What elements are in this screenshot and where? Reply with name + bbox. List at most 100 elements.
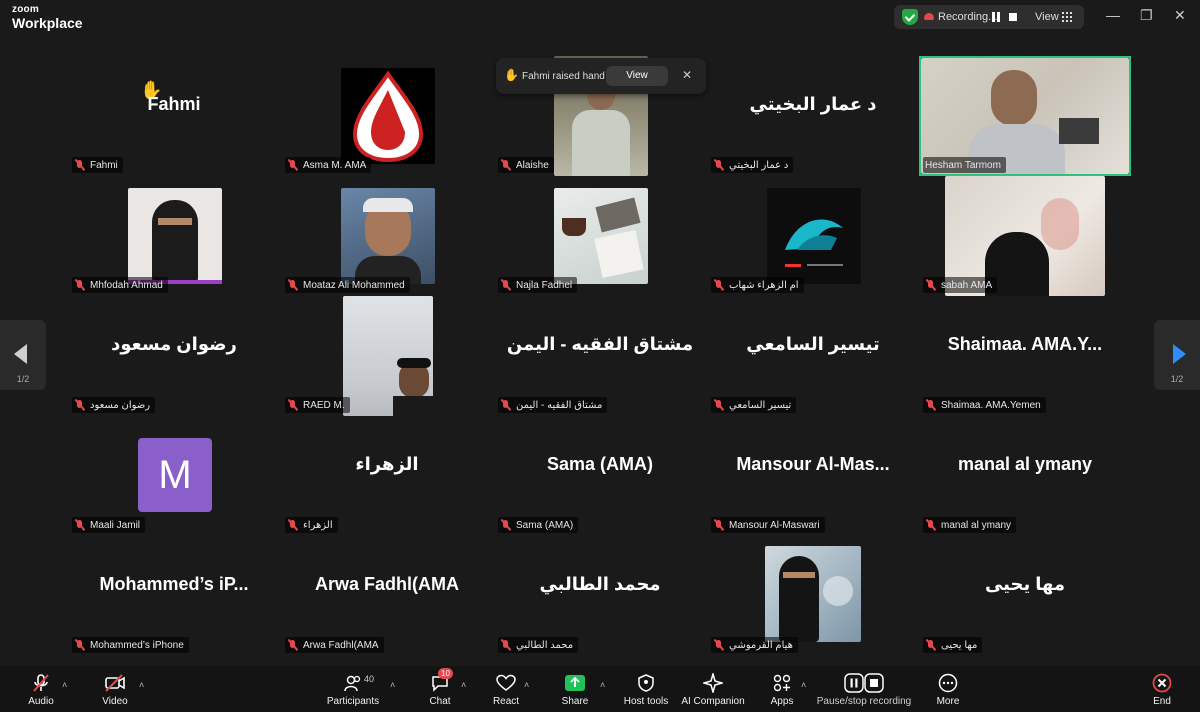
participant-label: Shaimaa. AMA.Yemen: [923, 397, 1046, 413]
mic-muted-icon: [500, 639, 512, 651]
view-menu-label[interactable]: View: [1035, 11, 1059, 23]
restore-icon[interactable]: ❐: [1140, 8, 1153, 22]
host-shield-icon: [620, 672, 672, 694]
end-meeting-button[interactable]: End: [1144, 672, 1180, 710]
participant-tile[interactable]: manal al ymany manal al ymany: [919, 416, 1131, 536]
mic-muted-icon: [74, 279, 86, 291]
participant-tile[interactable]: Moataz Ali Mohammed: [281, 176, 493, 296]
participant-tile[interactable]: RAED M.: [281, 296, 493, 416]
apps-button[interactable]: Apps: [764, 672, 800, 710]
chat-options-chevron-icon[interactable]: ˄: [461, 680, 466, 690]
close-icon[interactable]: ✕: [682, 68, 692, 82]
react-button[interactable]: React: [485, 672, 527, 710]
participant-label: Alaishe: [498, 157, 554, 173]
host-tools-button[interactable]: Host tools: [620, 672, 672, 710]
participant-tile[interactable]: Shaimaa. AMA.Y... Shaimaa. AMA.Yemen: [919, 296, 1131, 416]
participant-name-large: تيسير السامعي: [746, 334, 880, 354]
participant-tile[interactable]: Najla Fadhel: [494, 176, 706, 296]
chevron-right-icon: [1173, 344, 1186, 364]
chat-button[interactable]: 10 Chat: [420, 668, 460, 710]
participant-logo-image: [767, 188, 861, 284]
participant-tile[interactable]: الزهراء الزهراء: [281, 416, 493, 536]
gallery-grid-icon[interactable]: [1062, 12, 1072, 22]
participant-tile[interactable]: M Maali Jamil: [68, 416, 280, 536]
stop-recording-icon[interactable]: [1009, 13, 1017, 21]
meeting-toolbar: Audio ˄ Video ˄ 40 Participants ˄ 10 Cha…: [0, 666, 1200, 712]
ai-companion-button[interactable]: AI Companion: [680, 672, 746, 710]
participant-label: RAED M.: [285, 397, 350, 413]
participant-tile[interactable]: Mhfodah Ahmad: [68, 176, 280, 296]
close-window-icon[interactable]: ✕: [1174, 8, 1186, 22]
participant-tile[interactable]: رضوان مسعود رضوان مسعود: [68, 296, 280, 416]
participant-label: Asma M. AMA: [285, 157, 372, 173]
participant-photo: [765, 546, 861, 642]
participant-name-large: Mansour Al-Mas...: [736, 454, 890, 474]
ai-sparkle-icon: [680, 672, 746, 694]
participant-label: sabah AMA: [923, 277, 998, 293]
pause-stop-icon: [816, 672, 912, 694]
participant-label: Sama (AMA): [498, 517, 579, 533]
audio-options-chevron-icon[interactable]: ˄: [62, 680, 67, 690]
apps-options-chevron-icon[interactable]: ˄: [801, 680, 806, 690]
participant-tile[interactable]: Arwa Fadhl(AMA Arwa Fadhl(AMA: [281, 536, 493, 656]
share-options-chevron-icon[interactable]: ˄: [600, 680, 605, 690]
participant-name-large: manal al ymany: [957, 454, 1093, 474]
participants-icon: [322, 672, 384, 694]
participant-tile[interactable]: sabah AMA: [919, 176, 1131, 296]
next-page-button[interactable]: 1/2: [1154, 320, 1200, 390]
participant-name-large: د عمار البخيتي: [749, 94, 877, 114]
participants-button[interactable]: 40 Participants: [322, 672, 384, 710]
audio-button[interactable]: Audio: [14, 672, 68, 710]
participant-tile[interactable]: مها يحيى مها يحيى: [919, 536, 1131, 656]
participant-label: د عمار البخيتي: [711, 157, 794, 173]
participant-name-large: Mohammed’s iP...: [99, 574, 249, 594]
participant-label: رضوان مسعود: [72, 397, 156, 413]
mic-muted-icon: [287, 399, 299, 411]
mic-muted-icon: [500, 159, 512, 171]
participant-tile[interactable]: Sama (AMA) Sama (AMA): [494, 416, 706, 536]
chat-unread-badge: 10: [438, 668, 453, 679]
brand-top: zoom: [12, 4, 39, 15]
minimize-icon[interactable]: —: [1106, 8, 1120, 22]
participant-tile[interactable]: تيسير السامعي تيسير السامعي: [707, 296, 919, 416]
participant-tile[interactable]: محمد الطالبي محمد الطالبي: [494, 536, 706, 656]
previous-page-button[interactable]: 1/2: [0, 320, 46, 390]
react-options-chevron-icon[interactable]: ˄: [524, 680, 529, 690]
raised-hand-icon: ✋: [504, 68, 519, 82]
view-button[interactable]: View: [606, 66, 668, 86]
active-speaker-tile[interactable]: Hesham Tarmom: [919, 56, 1131, 176]
page-indicator-right: 1/2: [1170, 374, 1184, 384]
participant-tile[interactable]: Mohammed’s iP... Mohammed’s iPhone: [68, 536, 280, 656]
participant-tile[interactable]: ✋ Fahmi Fahmi: [68, 56, 280, 176]
participant-tile[interactable]: د عمار البخيتي د عمار البخيتي: [707, 56, 919, 176]
pause-stop-recording-button[interactable]: Pause/stop recording: [816, 672, 912, 710]
more-button[interactable]: More: [928, 672, 968, 710]
participant-label: محمد الطالبي: [498, 637, 579, 653]
participant-tile[interactable]: ام الزهراء شهاب: [707, 176, 919, 296]
mic-muted-icon: [287, 639, 299, 651]
participant-label: Moataz Ali Mohammed: [285, 277, 410, 293]
participant-name-large: Arwa Fadhl(AMA: [315, 574, 459, 594]
participant-logo-image: [341, 68, 435, 164]
apps-icon: [764, 672, 800, 694]
participants-options-chevron-icon[interactable]: ˄: [390, 680, 395, 690]
participant-label: Mohammed’s iPhone: [72, 637, 189, 653]
participant-tile[interactable]: Asma M. AMA: [281, 56, 493, 176]
participant-tile[interactable]: هيام القرموشي: [707, 536, 919, 656]
participant-name-large: الزهراء: [355, 454, 419, 474]
share-button[interactable]: Share: [553, 672, 597, 710]
participant-label: manal al ymany: [923, 517, 1017, 533]
mic-off-icon: [14, 672, 68, 694]
participant-name-large: مشتاق الفقيه - اليمن: [506, 334, 694, 354]
participant-photo: [128, 188, 222, 284]
participant-label: Fahmi: [72, 157, 123, 173]
participant-tile[interactable]: Mansour Al-Mas... Mansour Al-Maswari: [707, 416, 919, 536]
participant-label: مها يحيى: [923, 637, 983, 653]
video-options-chevron-icon[interactable]: ˄: [139, 680, 144, 690]
recording-pill[interactable]: Recording... View: [894, 5, 1084, 29]
video-button[interactable]: Video: [88, 672, 142, 710]
mic-muted-icon: [713, 279, 725, 291]
pause-recording-icon[interactable]: [992, 12, 1000, 22]
participant-tile[interactable]: مشتاق الفقيه - اليمن مشتاق الفقيه - اليم…: [494, 296, 706, 416]
encryption-shield-icon[interactable]: [902, 9, 918, 25]
